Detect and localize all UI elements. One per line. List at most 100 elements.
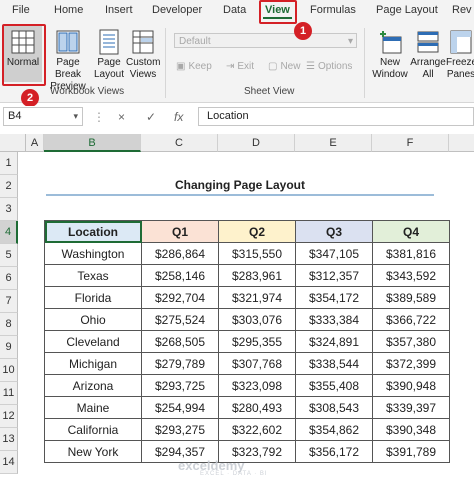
custom-views-button[interactable]: Custom Views [126, 26, 160, 81]
cell-value[interactable]: $343,592 [372, 264, 450, 287]
cell-value[interactable]: $268,505 [141, 330, 219, 353]
column-header-e[interactable]: E [295, 134, 372, 152]
cell-location[interactable]: New York [44, 440, 142, 463]
cell-location[interactable]: Cleveland [44, 330, 142, 353]
cell-location[interactable]: California [44, 418, 142, 441]
cell-value[interactable]: $355,408 [295, 374, 373, 397]
row-header-2[interactable]: 2 [0, 175, 18, 198]
cell-location[interactable]: Michigan [44, 352, 142, 375]
row-header-7[interactable]: 7 [0, 290, 18, 313]
cell-value[interactable]: $286,864 [141, 242, 219, 265]
cell-value[interactable]: $366,722 [372, 308, 450, 331]
cell-value[interactable]: $391,789 [372, 440, 450, 463]
cell-value[interactable]: $323,098 [218, 374, 296, 397]
arrange-all-button[interactable]: Arrange All [410, 26, 446, 81]
cell-value[interactable]: $293,725 [141, 374, 219, 397]
cell-location[interactable]: Florida [44, 286, 142, 309]
options-button[interactable]: ☰ Options [306, 61, 352, 72]
cell-value[interactable]: $312,357 [295, 264, 373, 287]
cell-value[interactable]: $333,384 [295, 308, 373, 331]
row-header-13[interactable]: 13 [0, 428, 18, 451]
cell-value[interactable]: $307,768 [218, 352, 296, 375]
cell-value[interactable]: $303,076 [218, 308, 296, 331]
cell-value[interactable]: $293,275 [141, 418, 219, 441]
cell-value[interactable]: $275,524 [141, 308, 219, 331]
cell-value[interactable]: $322,602 [218, 418, 296, 441]
column-header-d[interactable]: D [218, 134, 295, 152]
cell-value[interactable]: $254,994 [141, 396, 219, 419]
exit-button[interactable]: ⇥ Exit [226, 61, 254, 72]
column-header-b[interactable]: B [44, 134, 141, 152]
row-header-14[interactable]: 14 [0, 451, 18, 474]
cell-value[interactable]: $258,146 [141, 264, 219, 287]
cell-value[interactable]: $283,961 [218, 264, 296, 287]
select-all-corner[interactable] [0, 134, 26, 152]
row-header-6[interactable]: 6 [0, 267, 18, 290]
sheet-view-select[interactable]: Default ▾ [174, 33, 357, 48]
column-header-c[interactable]: C [141, 134, 218, 152]
cell-value[interactable]: $339,397 [372, 396, 450, 419]
header-q2[interactable]: Q2 [218, 220, 296, 243]
cancel-icon[interactable]: × [118, 110, 125, 124]
row-header-1[interactable]: 1 [0, 152, 18, 175]
row-header-4[interactable]: 4 [0, 221, 18, 244]
cell-value[interactable]: $356,172 [295, 440, 373, 463]
tab-home[interactable]: Home [54, 4, 83, 16]
cell-location[interactable]: Arizona [44, 374, 142, 397]
enter-icon[interactable]: ✓ [146, 110, 156, 124]
cell-value[interactable]: $292,704 [141, 286, 219, 309]
cell-location[interactable]: Texas [44, 264, 142, 287]
row-header-3[interactable]: 3 [0, 198, 18, 221]
cell-location[interactable]: Washington [44, 242, 142, 265]
cell-value[interactable]: $347,105 [295, 242, 373, 265]
row-header-12[interactable]: 12 [0, 405, 18, 428]
header-q3[interactable]: Q3 [295, 220, 373, 243]
new-sheet-view-button[interactable]: ▢ New [268, 61, 300, 72]
cell-value[interactable]: $389,589 [372, 286, 450, 309]
new-window-button[interactable]: New Window [370, 26, 410, 81]
tab-file[interactable]: File [12, 4, 30, 16]
insert-function-icon[interactable]: fx [174, 110, 183, 124]
sheet-view-group-label: Sheet View [244, 86, 295, 97]
tab-formulas[interactable]: Formulas [310, 4, 356, 16]
tab-data[interactable]: Data [223, 4, 246, 16]
cell-value[interactable]: $381,816 [372, 242, 450, 265]
tab-page-layout[interactable]: Page Layout [376, 4, 438, 16]
row-header-5[interactable]: 5 [0, 244, 18, 267]
cell-value[interactable]: $295,355 [218, 330, 296, 353]
cell-value[interactable]: $354,862 [295, 418, 373, 441]
row-header-11[interactable]: 11 [0, 382, 18, 405]
cell-value[interactable]: $357,380 [372, 330, 450, 353]
row-header-8[interactable]: 8 [0, 313, 18, 336]
cell-location[interactable]: Ohio [44, 308, 142, 331]
header-q4[interactable]: Q4 [372, 220, 450, 243]
row-header-9[interactable]: 9 [0, 336, 18, 359]
cell-value[interactable]: $280,493 [218, 396, 296, 419]
tab-developer[interactable]: Developer [152, 4, 202, 16]
cell-value[interactable]: $390,948 [372, 374, 450, 397]
cell-value[interactable]: $372,399 [372, 352, 450, 375]
row-header-10[interactable]: 10 [0, 359, 18, 382]
cell-value[interactable]: $321,974 [218, 286, 296, 309]
cell-value[interactable]: $354,172 [295, 286, 373, 309]
freeze-panes-button[interactable]: Freeze Panes [446, 26, 474, 81]
formula-input[interactable]: Location [198, 107, 474, 126]
cell-value[interactable]: $324,891 [295, 330, 373, 353]
cell-value[interactable]: $279,789 [141, 352, 219, 375]
column-header-f[interactable]: F [372, 134, 449, 152]
cell-value[interactable]: $315,550 [218, 242, 296, 265]
tab-review[interactable]: Rev [452, 4, 472, 16]
page-layout-button[interactable]: Page Layout [92, 26, 126, 81]
cell-value[interactable]: $390,348 [372, 418, 450, 441]
header-location[interactable]: Location [44, 220, 142, 243]
cell-location[interactable]: Maine [44, 396, 142, 419]
name-box[interactable]: B4 ▾ [3, 107, 83, 126]
keep-button[interactable]: ▣ Keep [176, 61, 212, 72]
header-q1[interactable]: Q1 [141, 220, 219, 243]
tab-insert[interactable]: Insert [105, 4, 133, 16]
column-header-a[interactable]: A [26, 134, 44, 152]
cell-value[interactable]: $308,543 [295, 396, 373, 419]
page-break-preview-button[interactable]: Page Break Preview [46, 26, 90, 93]
sheet-title: Changing Page Layout [46, 174, 434, 196]
cell-value[interactable]: $338,544 [295, 352, 373, 375]
